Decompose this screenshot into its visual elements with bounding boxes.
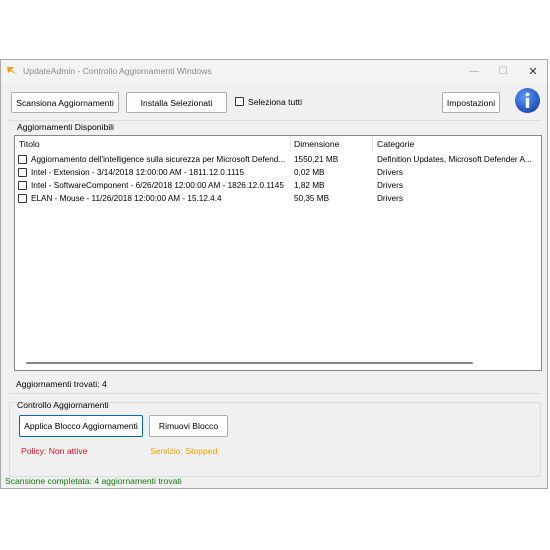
- select-all-checkbox[interactable]: [235, 97, 244, 106]
- status-bar-text: Scansione completata: 4 aggiornamenti tr…: [5, 476, 182, 486]
- row-checkbox[interactable]: [18, 155, 27, 164]
- group-label: Controllo Aggiornamenti: [17, 400, 109, 410]
- column-header-title[interactable]: Titolo: [19, 136, 40, 152]
- update-size: 50,35 MB: [294, 194, 330, 203]
- row-checkbox[interactable]: [18, 168, 27, 177]
- remove-block-button[interactable]: Rimuovi Blocco: [149, 415, 228, 437]
- table-row[interactable]: Intel - SoftwareComponent - 6/26/2018 12…: [15, 179, 541, 192]
- update-title: Intel - Extension - 3/14/2018 12:00:00 A…: [31, 168, 245, 177]
- update-size: 1,82 MB: [294, 181, 325, 190]
- table-row[interactable]: ELAN - Mouse - 11/26/2018 12:00:00 AM - …: [15, 192, 541, 205]
- scan-updates-button[interactable]: Scansiona Aggiornamenti: [11, 92, 119, 113]
- updates-section-label: Aggiornamenti Disponibili: [17, 122, 114, 132]
- updates-count-label: Aggiornamenti trovati: 4: [16, 379, 107, 389]
- update-size: 0,02 MB: [294, 168, 325, 177]
- app-window: UpdateAdmin - Controllo Aggiornamenti Wi…: [0, 59, 548, 489]
- update-category: Drivers: [377, 181, 403, 190]
- horizontal-scrollbar[interactable]: [15, 356, 541, 370]
- update-title: Aggiornamento dell'intelligence sulla si…: [31, 155, 286, 164]
- maximize-button[interactable]: ☐: [488, 60, 518, 84]
- title-bar[interactable]: UpdateAdmin - Controllo Aggiornamenti Wi…: [1, 60, 547, 84]
- update-category: Definition Updates, Microsoft Defender A…: [377, 155, 532, 164]
- minimize-button[interactable]: —: [459, 60, 489, 84]
- update-title: Intel - SoftwareComponent - 6/26/2018 12…: [31, 181, 284, 190]
- updates-list[interactable]: Titolo Dimensione Categorie Aggiornament…: [14, 135, 542, 371]
- column-divider[interactable]: [290, 136, 291, 152]
- column-divider[interactable]: [372, 136, 373, 152]
- section-divider: [9, 393, 541, 394]
- scrollbar-thumb[interactable]: [26, 362, 473, 364]
- settings-button[interactable]: Impostazioni: [442, 92, 500, 113]
- row-checkbox[interactable]: [18, 181, 27, 190]
- update-title: ELAN - Mouse - 11/26/2018 12:00:00 AM - …: [31, 194, 222, 203]
- row-checkbox[interactable]: [18, 194, 27, 203]
- apply-block-button[interactable]: Applica Blocco Aggiornamenti: [19, 415, 143, 437]
- info-icon[interactable]: [514, 87, 541, 114]
- column-header-size[interactable]: Dimensione: [294, 136, 339, 152]
- table-row[interactable]: Intel - Extension - 3/14/2018 12:00:00 A…: [15, 166, 541, 179]
- select-all-label: Seleziona tutti: [248, 97, 302, 107]
- column-header-category[interactable]: Categorie: [377, 136, 414, 152]
- section-divider: [9, 120, 541, 121]
- service-status-label: Servizio: Stopped: [150, 446, 218, 456]
- close-button[interactable]: ✕: [518, 60, 548, 84]
- install-selected-button[interactable]: Installa Selezionati: [126, 92, 227, 113]
- table-row[interactable]: Aggiornamento dell'intelligence sulla si…: [15, 153, 541, 166]
- update-category: Drivers: [377, 168, 403, 177]
- update-size: 1550,21 MB: [294, 155, 339, 164]
- policy-status-label: Policy: Non attive: [21, 446, 88, 456]
- update-control-group: Controllo Aggiornamenti Applica Blocco A…: [9, 400, 541, 477]
- window-title: UpdateAdmin - Controllo Aggiornamenti Wi…: [23, 66, 212, 76]
- update-category: Drivers: [377, 194, 403, 203]
- app-logo-icon: [7, 67, 18, 75]
